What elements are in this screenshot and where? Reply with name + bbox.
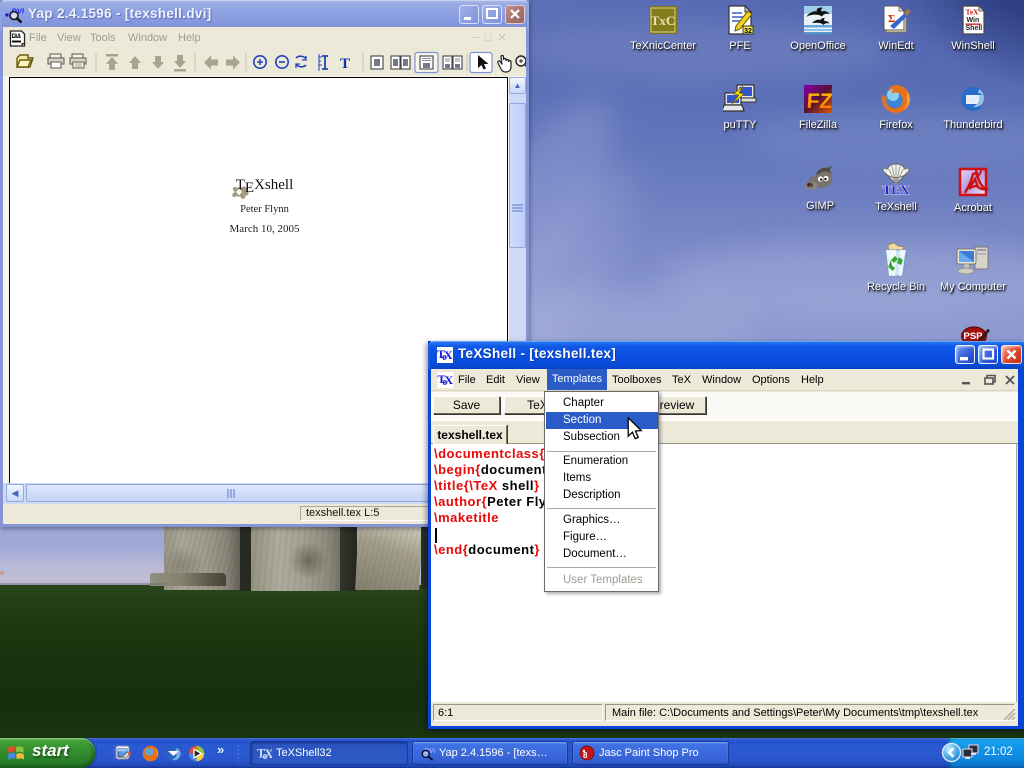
svg-text:32: 32: [744, 28, 752, 35]
svg-text:Win: Win: [967, 17, 980, 24]
svg-text:X: X: [444, 348, 453, 362]
svg-text:X: X: [265, 747, 273, 761]
svg-text:X: X: [445, 373, 454, 387]
svg-text:TEX: TEX: [883, 182, 910, 197]
svg-text:8: 8: [583, 751, 588, 760]
svg-text:Shell: Shell: [966, 25, 983, 32]
svg-text:TxC: TxC: [651, 13, 676, 28]
svg-text:TeX: TeX: [966, 8, 980, 17]
svg-text:T: T: [340, 56, 350, 72]
svg-text:FZ: FZ: [806, 90, 833, 113]
